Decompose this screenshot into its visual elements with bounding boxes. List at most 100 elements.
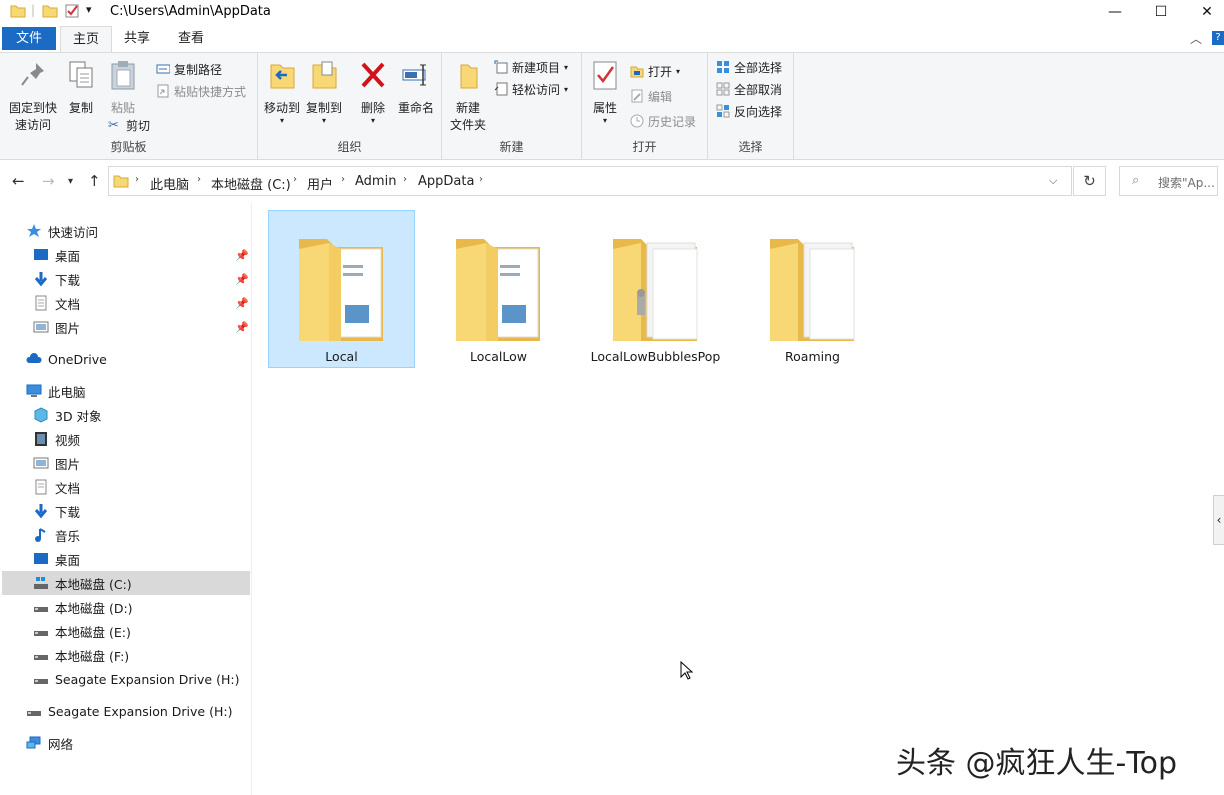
new-item-button[interactable]: 新建项目 ▾ xyxy=(494,57,568,77)
sidebar-item-quick-access[interactable]: 快速访问 xyxy=(26,219,98,243)
breadcrumb-separator[interactable]: › xyxy=(293,174,297,185)
folder-item-local[interactable]: Local xyxy=(268,210,415,368)
back-arrow-icon[interactable]: ← xyxy=(12,172,25,190)
help-icon[interactable]: ? xyxy=(1212,31,1224,45)
breadcrumb-separator[interactable]: › xyxy=(197,174,201,185)
folder-item-locallow[interactable]: LocalLow xyxy=(425,210,572,368)
easy-access-icon xyxy=(494,82,508,96)
breadcrumb-separator[interactable]: › xyxy=(403,174,407,185)
sidebar-item-videos[interactable]: 视频 xyxy=(33,427,80,451)
copy-to-button[interactable]: 复制到 ▾ xyxy=(304,59,344,125)
customize-quick-access-icon[interactable]: ▾ xyxy=(86,3,92,16)
sidebar-item-desktop[interactable]: 桌面 xyxy=(33,243,80,267)
sidebar-item-local-disk-f[interactable]: 本地磁盘 (F:) xyxy=(33,643,129,667)
edit-button[interactable]: 编辑 xyxy=(630,86,672,106)
cut-button[interactable]: ✂ 剪切 xyxy=(108,115,150,135)
pin-icon[interactable]: 📌 xyxy=(235,321,249,334)
up-arrow-icon[interactable]: ↑ xyxy=(88,172,101,190)
folder-icon[interactable] xyxy=(10,3,26,19)
sidebar-item-documents-pc[interactable]: 文档 xyxy=(33,475,80,499)
folder-name: LocalLowBubblesPop xyxy=(590,349,721,364)
windows-drive-icon xyxy=(34,577,48,589)
breadcrumb-this-pc[interactable]: 此电脑 xyxy=(150,174,189,193)
search-placeholder: 搜索"Ap... xyxy=(1158,176,1215,190)
sidebar-item-music[interactable]: 音乐 xyxy=(33,523,80,547)
sidebar-item-this-pc[interactable]: 此电脑 xyxy=(26,379,86,403)
search-box[interactable]: ⌕ 搜索"Ap... xyxy=(1119,166,1218,196)
open-button[interactable]: 打开 ▾ xyxy=(630,61,680,81)
select-none-button[interactable]: 全部取消 xyxy=(716,79,782,99)
new-folder-quick-icon[interactable] xyxy=(42,3,58,19)
breadcrumb-local-disk-c[interactable]: 本地磁盘 (C:) xyxy=(211,174,291,193)
paste-button[interactable]: 粘贴 xyxy=(106,59,140,117)
delete-button[interactable]: 删除 ▾ xyxy=(356,59,390,125)
tab-file[interactable]: 文件 xyxy=(2,27,57,50)
tab-view[interactable]: 查看 xyxy=(166,26,216,51)
pin-quick-access-button[interactable]: 固定到快 速访问 xyxy=(4,59,62,134)
dropdown-arrow-icon: ▾ xyxy=(279,116,284,125)
select-all-button[interactable]: 全部选择 xyxy=(716,57,782,77)
watermark-text: 头条 @疯狂人生-Top xyxy=(896,746,1177,781)
new-folder-icon xyxy=(460,64,478,89)
collapse-ribbon-icon[interactable]: ︿ xyxy=(1190,30,1202,47)
folder-item-locallowbubblespop[interactable]: LocalLowBubblesPop xyxy=(582,210,729,368)
sidebar-item-network[interactable]: 网络 xyxy=(26,731,73,755)
sidebar-item-3d-objects[interactable]: 3D 对象 xyxy=(33,403,102,427)
rename-button[interactable]: 重命名 xyxy=(394,59,438,117)
new-folder-button[interactable]: 新建 文件夹 xyxy=(448,59,488,134)
sidebar-item-downloads-pc[interactable]: 下载 xyxy=(33,499,80,523)
breadcrumb-separator[interactable]: › xyxy=(479,174,483,185)
easy-access-button[interactable]: 轻松访问 ▾ xyxy=(494,79,568,99)
open-icon xyxy=(630,66,644,78)
sidebar-label: 网络 xyxy=(48,736,74,752)
breadcrumb-separator[interactable]: › xyxy=(135,174,139,185)
copy-path-button[interactable]: 复制路径 xyxy=(156,59,222,79)
properties-quick-icon[interactable] xyxy=(64,3,80,19)
refresh-button[interactable]: ↻ xyxy=(1073,166,1106,196)
select-none-icon xyxy=(716,82,730,96)
folder-item-roaming[interactable]: Roaming xyxy=(739,210,886,368)
sidebar-item-local-disk-c[interactable]: 本地磁盘 (C:) xyxy=(2,571,250,595)
pin-icon[interactable]: 📌 xyxy=(235,273,249,286)
pin-icon xyxy=(21,63,44,86)
sidebar-label: 本地磁盘 (E:) xyxy=(55,624,131,640)
copy-path-label: 复制路径 xyxy=(174,62,223,77)
forward-arrow-icon[interactable]: → xyxy=(42,172,55,190)
pin-icon[interactable]: 📌 xyxy=(235,249,249,262)
tab-share[interactable]: 共享 xyxy=(112,26,162,51)
sidebar-item-local-disk-e[interactable]: 本地磁盘 (E:) xyxy=(33,619,131,643)
address-dropdown-icon[interactable]: ⌵ xyxy=(1049,174,1057,188)
breadcrumb-users[interactable]: 用户 xyxy=(307,174,333,193)
sidebar-item-pictures-pc[interactable]: 图片 xyxy=(33,451,80,475)
history-button[interactable]: 历史记录 xyxy=(630,111,696,131)
paste-shortcut-button[interactable]: 粘贴快捷方式 xyxy=(156,81,246,101)
properties-button[interactable]: 属性 ▾ xyxy=(588,59,622,125)
sidebar-item-pictures[interactable]: 图片 xyxy=(33,315,80,339)
breadcrumb-separator[interactable]: › xyxy=(341,174,345,185)
sidebar-item-local-disk-d[interactable]: 本地磁盘 (D:) xyxy=(33,595,133,619)
new-item-icon xyxy=(494,60,508,74)
maximize-button[interactable]: ☐ xyxy=(1138,0,1184,24)
sidebar-item-onedrive[interactable]: OneDrive xyxy=(26,347,107,371)
sidebar-item-desktop-pc[interactable]: 桌面 xyxy=(33,547,80,571)
folder-name: LocalLow xyxy=(469,349,527,364)
breadcrumb-appdata[interactable]: AppData xyxy=(418,174,474,189)
recent-locations-icon[interactable]: ▾ xyxy=(68,176,73,187)
tab-home[interactable]: 主页 xyxy=(60,26,113,52)
copy-button[interactable]: 复制 xyxy=(64,59,98,117)
sidebar-item-downloads[interactable]: 下载 xyxy=(33,267,80,291)
sidebar-item-external-seagate-drive[interactable]: Seagate Expansion Drive (H:) xyxy=(26,699,232,723)
video-icon xyxy=(35,432,47,446)
close-button[interactable]: ✕ xyxy=(1184,0,1224,24)
sidebar-item-documents[interactable]: 文档 xyxy=(33,291,80,315)
pin-icon[interactable]: 📌 xyxy=(235,297,249,310)
star-icon xyxy=(27,224,41,237)
breadcrumb-admin[interactable]: Admin xyxy=(355,174,396,189)
invert-selection-button[interactable]: 反向选择 xyxy=(716,101,782,121)
move-to-button[interactable]: 移动到 ▾ xyxy=(262,59,302,125)
paste-shortcut-icon xyxy=(157,84,169,98)
address-bar[interactable]: › 此电脑 › 本地磁盘 (C:) › 用户 › Admin › AppData… xyxy=(108,166,1072,196)
sidebar-item-seagate-drive[interactable]: Seagate Expansion Drive (H:) xyxy=(33,667,239,691)
expand-pane-button[interactable]: ‹ xyxy=(1213,495,1224,545)
minimize-button[interactable]: — xyxy=(1092,0,1138,24)
